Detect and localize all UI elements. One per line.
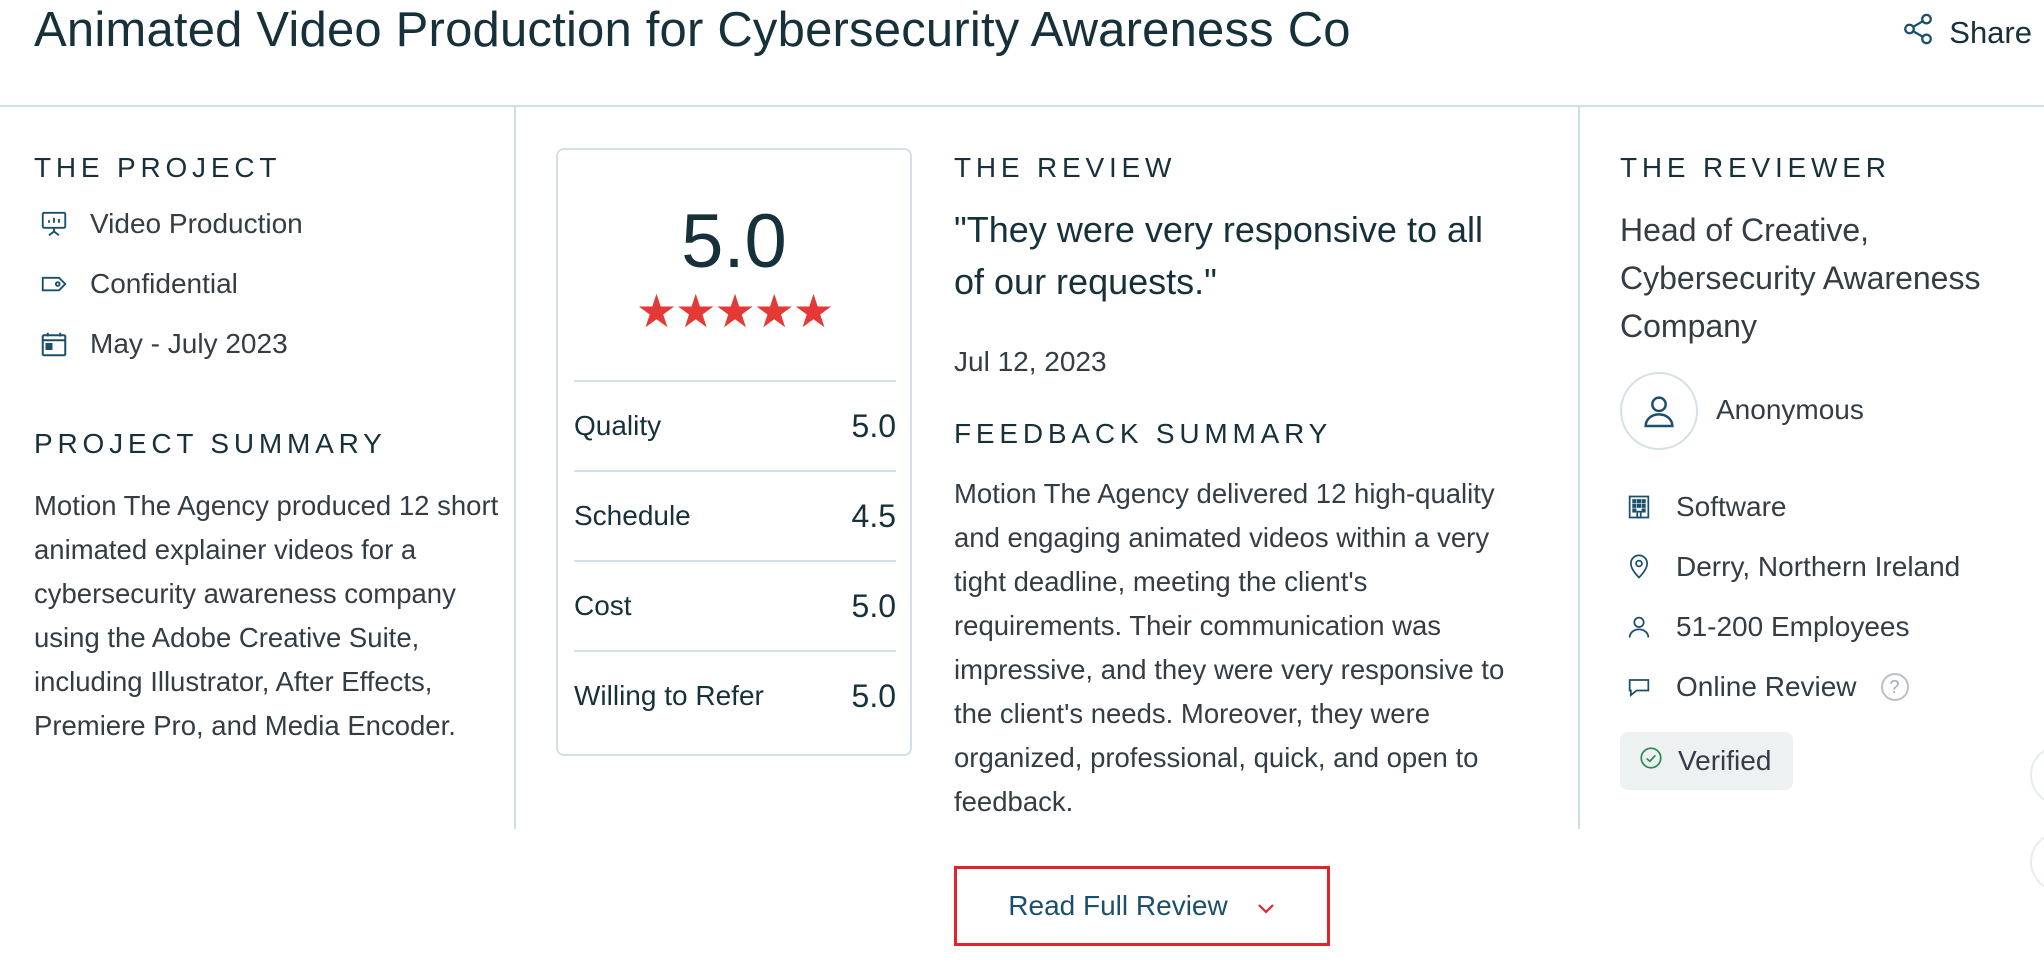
company-size-label: 51-200 Employees: [1676, 611, 1910, 642]
read-full-review-label: Read Full Review: [1008, 890, 1228, 921]
overall-rating: 5.0: [681, 199, 787, 284]
user-icon: [1620, 608, 1658, 646]
service-label: Video Production: [90, 208, 303, 239]
chat-bubble-icon: [1620, 668, 1658, 706]
reviewer-industry: Software: [1620, 488, 1787, 526]
avatar: [1620, 372, 1698, 450]
verified-label: Verified: [1678, 745, 1772, 776]
column-divider-1: [514, 107, 516, 829]
presentation-icon: [34, 204, 74, 244]
score-value: 4.5: [851, 497, 896, 534]
location-label: Derry, Northern Ireland: [1676, 551, 1961, 582]
share-icon: [1901, 12, 1935, 54]
floating-action-button[interactable]: [2030, 745, 2044, 805]
score-value: 5.0: [851, 677, 896, 714]
project-service: Video Production: [34, 204, 303, 244]
score-row-schedule: Schedule 4.5: [574, 470, 896, 560]
calendar-icon: [34, 324, 74, 364]
location-pin-icon: [1620, 548, 1658, 586]
industry-label: Software: [1676, 491, 1787, 522]
floating-action-button[interactable]: [2030, 832, 2044, 892]
building-icon: [1620, 488, 1658, 526]
feedback-summary-heading: FEEDBACK SUMMARY: [954, 418, 1333, 449]
project-budget: Confidential: [34, 264, 238, 304]
dates-label: May - July 2023: [90, 328, 288, 359]
project-summary-heading: PROJECT SUMMARY: [34, 428, 387, 459]
project-summary-text: Motion The Agency produced 12 short anim…: [34, 490, 499, 741]
share-label: Share: [1949, 15, 2032, 50]
column-divider-2: [1578, 107, 1580, 829]
reviewer-heading: THE REVIEWER: [1620, 152, 1891, 183]
feedback-summary-text: Motion The Agency delivered 12 high-qual…: [954, 478, 1505, 817]
score-label: Willing to Refer: [574, 680, 764, 711]
score-label: Quality: [574, 410, 662, 441]
score-label: Schedule: [574, 500, 691, 531]
check-circle-icon: [1638, 745, 1664, 778]
reviewer-company-size: 51-200 Employees: [1620, 608, 1909, 646]
review-heading: THE REVIEW: [954, 152, 1177, 183]
review-type-label: Online Review: [1676, 671, 1857, 702]
rating-card: 5.0 ★★★★★ Quality 5.0 Schedule 4.5 Cost …: [556, 148, 912, 756]
project-heading: THE PROJECT: [34, 152, 282, 183]
star-rating: ★★★★★: [635, 285, 834, 337]
score-label: Cost: [574, 590, 632, 621]
review-date: Jul 12, 2023: [954, 346, 1107, 377]
share-button[interactable]: Share: [1901, 12, 2032, 54]
help-icon[interactable]: ?: [1880, 673, 1909, 701]
reviewer-review-type: Online Review ?: [1620, 668, 1909, 706]
review-quote: "They were very responsive to all of our…: [954, 209, 1483, 302]
user-icon: [1644, 396, 1674, 428]
read-full-review-button[interactable]: Read Full Review: [954, 866, 1330, 946]
header-divider: [0, 105, 2044, 107]
score-value: 5.0: [851, 407, 896, 444]
score-row-quality: Quality 5.0: [574, 380, 896, 470]
score-row-cost: Cost 5.0: [574, 560, 896, 650]
verified-badge: Verified: [1620, 732, 1794, 790]
chevron-down-icon: [1256, 890, 1276, 922]
score-row-willing-to-refer: Willing to Refer 5.0: [574, 650, 896, 740]
page-title: Animated Video Production for Cybersecur…: [34, 3, 1351, 57]
project-dates: May - July 2023: [34, 324, 288, 364]
reviewer-name: Anonymous: [1716, 394, 1864, 425]
budget-label: Confidential: [90, 268, 238, 299]
score-value: 5.0: [851, 587, 896, 624]
reviewer-title: Head of Creative, Cybersecurity Awarenes…: [1620, 212, 1981, 344]
tag-icon: [34, 264, 74, 304]
reviewer-location: Derry, Northern Ireland: [1620, 548, 1960, 586]
